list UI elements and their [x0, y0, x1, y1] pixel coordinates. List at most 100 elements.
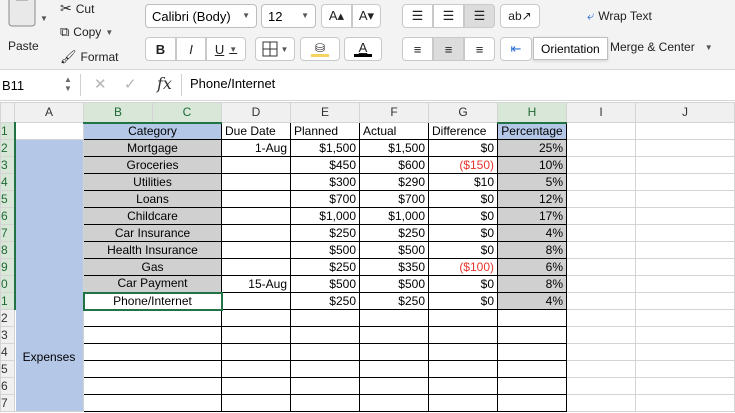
bold-button[interactable]: B: [145, 37, 176, 61]
cell[interactable]: [566, 258, 636, 276]
due-date-cell[interactable]: 1-Aug: [221, 139, 291, 157]
cell[interactable]: [359, 394, 429, 412]
cell[interactable]: [359, 343, 429, 361]
cell[interactable]: [635, 156, 735, 174]
cell[interactable]: [497, 309, 567, 327]
row-header[interactable]: 2: [0, 309, 15, 327]
cell[interactable]: [566, 173, 636, 191]
row-header[interactable]: 1: [0, 122, 16, 140]
difference-cell[interactable]: $0: [428, 275, 498, 293]
cell[interactable]: [566, 241, 636, 259]
header-category[interactable]: Category: [83, 122, 222, 140]
percentage-cell[interactable]: 8%: [497, 241, 567, 259]
difference-cell[interactable]: $0: [428, 139, 498, 157]
header-due-date[interactable]: Due Date: [221, 122, 291, 140]
format-painter-button[interactable]: 🖌 Format: [60, 49, 119, 65]
column-header[interactable]: G: [428, 102, 498, 123]
column-header[interactable]: H: [497, 102, 567, 124]
due-date-cell[interactable]: [221, 224, 291, 242]
category-cell[interactable]: Car Insurance: [83, 224, 222, 242]
category-cell[interactable]: Utilities: [83, 173, 222, 191]
row-header[interactable]: 4: [0, 343, 15, 361]
cell[interactable]: [566, 360, 636, 378]
difference-cell[interactable]: $0: [428, 190, 498, 208]
align-left-icon[interactable]: ≡: [402, 37, 433, 61]
cell[interactable]: [566, 292, 636, 310]
cell[interactable]: [635, 292, 735, 310]
cell[interactable]: [635, 190, 735, 208]
cell[interactable]: [290, 309, 360, 327]
category-cell[interactable]: Phone/Internet: [82, 291, 223, 311]
cell[interactable]: [566, 309, 636, 327]
cell[interactable]: [635, 207, 735, 225]
cell[interactable]: [635, 258, 735, 276]
planned-cell[interactable]: $700: [290, 190, 360, 208]
actual-cell[interactable]: $500: [359, 275, 429, 293]
actual-cell[interactable]: $250: [359, 224, 429, 242]
planned-cell[interactable]: $250: [290, 292, 360, 310]
cell[interactable]: [428, 343, 498, 361]
percentage-cell[interactable]: 4%: [497, 224, 567, 242]
align-center-icon[interactable]: ≡: [433, 37, 464, 61]
cell[interactable]: [635, 394, 735, 412]
percentage-cell[interactable]: 25%: [497, 139, 567, 157]
cell[interactable]: [83, 309, 222, 327]
row-header[interactable]: 0: [0, 275, 16, 293]
difference-cell[interactable]: $0: [428, 241, 498, 259]
actual-cell[interactable]: $500: [359, 241, 429, 259]
merge-center-button[interactable]: Merge & Center ▼: [610, 40, 713, 54]
cell[interactable]: [290, 377, 360, 395]
row-header[interactable]: 8: [0, 241, 16, 259]
cell[interactable]: [428, 360, 498, 378]
planned-cell[interactable]: $500: [290, 241, 360, 259]
header-difference[interactable]: Difference: [428, 122, 498, 140]
category-cell[interactable]: Loans: [83, 190, 222, 208]
cell[interactable]: [359, 377, 429, 395]
planned-cell[interactable]: $1,500: [290, 139, 360, 157]
cell[interactable]: [290, 360, 360, 378]
cell[interactable]: [221, 309, 291, 327]
cell[interactable]: [566, 224, 636, 242]
cell[interactable]: [497, 343, 567, 361]
wrap-text-button[interactable]: ⤶ Wrap Text: [587, 8, 652, 24]
row-header[interactable]: 4: [0, 173, 16, 191]
cell[interactable]: [359, 309, 429, 327]
cell[interactable]: [428, 309, 498, 327]
row-header[interactable]: 5: [0, 360, 15, 378]
align-bottom-icon[interactable]: ☰: [464, 4, 495, 28]
cell[interactable]: [428, 326, 498, 344]
row-header[interactable]: 3: [0, 326, 15, 344]
header-percentage[interactable]: Percentage: [497, 122, 567, 140]
function-icon[interactable]: fx: [157, 74, 172, 93]
header-planned[interactable]: Planned: [290, 122, 360, 140]
cell[interactable]: [497, 360, 567, 378]
cell[interactable]: [566, 275, 636, 293]
cancel-icon[interactable]: ✕: [94, 75, 107, 93]
row-header[interactable]: 2: [0, 139, 16, 157]
planned-cell[interactable]: $500: [290, 275, 360, 293]
percentage-cell[interactable]: 5%: [497, 173, 567, 191]
chevron-down-icon[interactable]: ▼: [705, 43, 713, 52]
column-header[interactable]: I: [566, 102, 636, 123]
cell[interactable]: [221, 394, 291, 412]
cell[interactable]: [635, 139, 735, 157]
cell[interactable]: [83, 377, 222, 395]
font-size-select[interactable]: 12 ▼: [261, 4, 316, 28]
grow-font-button[interactable]: A▴: [321, 4, 352, 28]
align-middle-icon[interactable]: ☰: [433, 4, 464, 28]
decrease-indent-button[interactable]: ⇤: [500, 37, 532, 61]
row-header[interactable]: 3: [0, 156, 16, 174]
cell[interactable]: [497, 377, 567, 395]
row-header[interactable]: 5: [0, 190, 16, 208]
percentage-cell[interactable]: 8%: [497, 275, 567, 293]
due-date-cell[interactable]: 15-Aug: [221, 275, 291, 293]
select-all-corner[interactable]: [0, 102, 15, 123]
cell[interactable]: [635, 309, 735, 327]
row-header[interactable]: 1: [0, 292, 16, 310]
planned-cell[interactable]: $300: [290, 173, 360, 191]
cell[interactable]: [290, 394, 360, 412]
cell[interactable]: [566, 190, 636, 208]
difference-cell[interactable]: $0: [428, 207, 498, 225]
cell[interactable]: [635, 122, 735, 140]
cell[interactable]: [497, 394, 567, 412]
